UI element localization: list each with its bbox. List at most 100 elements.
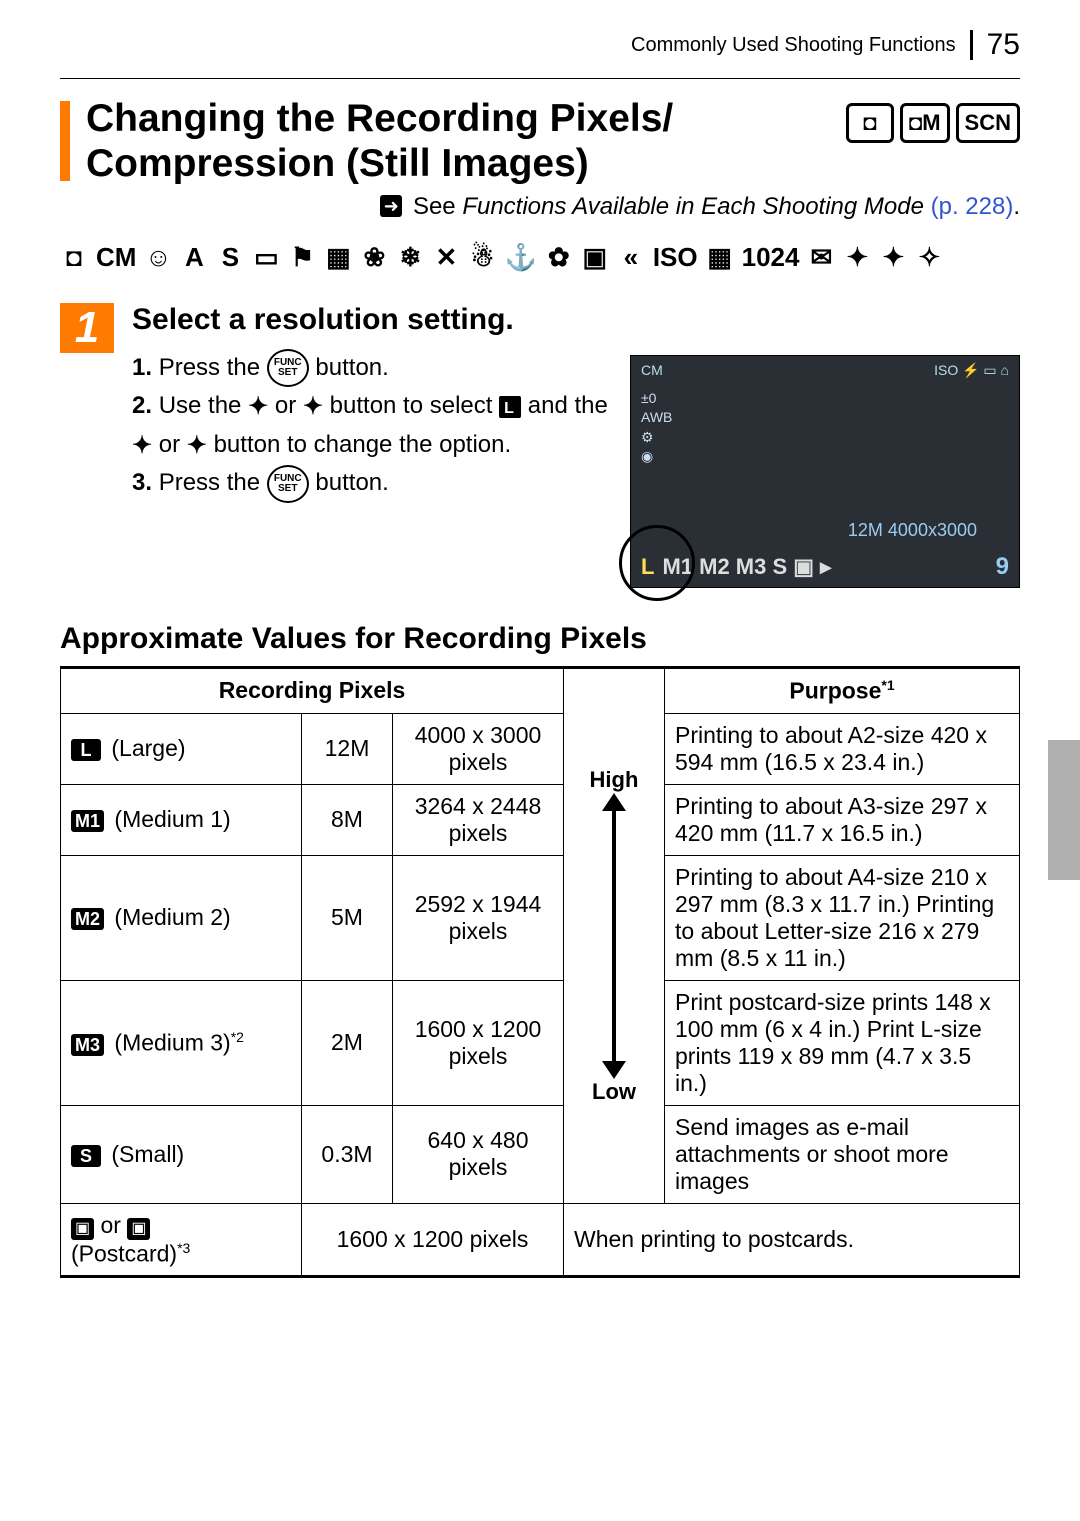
mode-icon: A bbox=[180, 243, 208, 273]
lcd-resolution-info: 12M 4000x3000 bbox=[848, 520, 977, 541]
section-thumb-tab bbox=[1048, 740, 1080, 880]
table-row: M2 (Medium 2) 5M 2592 x 1944 pixels Prin… bbox=[61, 855, 1020, 980]
shooting-mode-icon-strip: ◘ CM ☺ A S ▭ ⚑ ▦ ❀ ❄ ✕ ☃ ⚓ ✿ ▣ « ISO ▦ 1… bbox=[60, 243, 1020, 273]
pixel-dimensions: 1600 x 1200 pixels bbox=[393, 980, 564, 1105]
recording-pixels-table: Recording Pixels High Low Purpose*1 L (L… bbox=[60, 666, 1020, 1278]
mode-badges: ◘ ◘M SCN bbox=[846, 103, 1020, 143]
lcd-size-options: M1 M2 M3 S ▣ ▸ bbox=[662, 554, 831, 580]
purpose-text: Print postcard-size prints 148 x 100 mm … bbox=[665, 980, 1020, 1105]
purpose-text: When printing to postcards. bbox=[564, 1203, 1020, 1276]
footnote-ref: *3 bbox=[177, 1240, 190, 1256]
mode-icon: S bbox=[216, 243, 244, 273]
postcard-or: or bbox=[101, 1212, 128, 1238]
quality-low-label: Low bbox=[574, 1079, 654, 1105]
table-row-postcard: ▣ or ▣ (Postcard)*3 1600 x 1200 pixels W… bbox=[61, 1203, 1020, 1276]
divider bbox=[60, 78, 1020, 79]
step-number: 1 bbox=[60, 303, 114, 353]
megapixels: 2M bbox=[302, 980, 393, 1105]
mode-icon: ✕ bbox=[432, 243, 460, 273]
postcard-icon-a: ▣ bbox=[71, 1218, 94, 1240]
step-item-number: 1. bbox=[132, 354, 152, 381]
see-prefix: See bbox=[413, 193, 462, 220]
step-instructions: 1. Press the FUNCSET button. 2. Use the … bbox=[132, 349, 612, 503]
step-text: button to change the option. bbox=[214, 431, 512, 458]
see-arrow-icon: ➜ bbox=[380, 195, 402, 217]
step-text: button to select bbox=[330, 392, 499, 419]
pixel-dimensions: 3264 x 2448 pixels bbox=[393, 784, 564, 855]
size-name: (Medium 3) bbox=[114, 1030, 230, 1056]
step-text: Use the bbox=[159, 392, 248, 419]
mode-icon: ▦ bbox=[324, 243, 352, 273]
func-set-button-icon: FUNCSET bbox=[267, 465, 309, 503]
table-row: S (Small) 0.3M 640 x 480 pixels Send ima… bbox=[61, 1105, 1020, 1203]
postcard-icon-b: ▣ bbox=[127, 1218, 150, 1240]
mode-icon: 1024 bbox=[742, 243, 800, 273]
title-accent-bar bbox=[60, 101, 70, 181]
quality-arrow-line bbox=[612, 811, 616, 1061]
mode-icon: ◘ bbox=[60, 243, 88, 273]
running-head: Commonly Used Shooting Functions 75 bbox=[60, 30, 1020, 60]
col-header-recording-pixels: Recording Pixels bbox=[61, 669, 564, 714]
size-S-icon: S bbox=[71, 1145, 101, 1167]
mode-icon: ▣ bbox=[581, 243, 609, 273]
down-arrow-icon: ✦ bbox=[303, 388, 323, 425]
lcd-size-selector: L M1 M2 M3 S ▣ ▸ 9 bbox=[631, 547, 1019, 587]
pixel-dimensions: 1600 x 1200 pixels bbox=[302, 1203, 564, 1276]
megapixels: 12M bbox=[302, 713, 393, 784]
section-title-row: Changing the Recording Pixels/ Compressi… bbox=[60, 97, 1020, 187]
section-title: Changing the Recording Pixels/ Compressi… bbox=[86, 97, 830, 187]
step-text: button. bbox=[315, 469, 388, 496]
lcd-side-icons: ±0 AWB ⚙︎ ◉ bbox=[631, 385, 1019, 467]
step-text: or bbox=[159, 431, 187, 458]
step-1-block: 1 Select a resolution setting. 1. Press … bbox=[60, 303, 1020, 588]
step-text: or bbox=[275, 392, 303, 419]
megapixels: 8M bbox=[302, 784, 393, 855]
size-name: (Small) bbox=[111, 1141, 184, 1167]
postcard-label: (Postcard) bbox=[71, 1240, 177, 1266]
mode-badge-scn-icon: SCN bbox=[956, 103, 1020, 143]
lcd-size-selected: L bbox=[641, 554, 654, 580]
purpose-text: Printing to about A4-size 210 x 297 mm (… bbox=[665, 855, 1020, 980]
mode-icon: ▭ bbox=[252, 243, 280, 273]
mode-badge-camera-m-icon: ◘M bbox=[900, 103, 950, 143]
mode-icon: ✦ bbox=[843, 243, 871, 273]
mode-icon: ⚑ bbox=[288, 243, 316, 273]
mode-icon: ⚓ bbox=[504, 243, 536, 273]
megapixels: 5M bbox=[302, 855, 393, 980]
mode-icon: ✦ bbox=[879, 243, 907, 273]
mode-icon: ❄ bbox=[396, 243, 424, 273]
up-arrow-icon: ✦ bbox=[248, 388, 268, 425]
see-text: Functions Available in Each Shooting Mod… bbox=[462, 193, 924, 220]
size-name: (Medium 2) bbox=[114, 904, 230, 930]
pixel-dimensions: 4000 x 3000 pixels bbox=[393, 713, 564, 784]
running-head-text: Commonly Used Shooting Functions bbox=[631, 34, 956, 57]
purpose-text: Printing to about A3-size 297 x 420 mm (… bbox=[665, 784, 1020, 855]
func-set-button-icon: FUNCSET bbox=[267, 349, 309, 387]
step-text: Press the bbox=[159, 354, 267, 381]
see-page-link[interactable]: (p. 228) bbox=[931, 193, 1014, 220]
size-L-icon: L bbox=[71, 739, 101, 761]
mode-icon: ✧ bbox=[915, 243, 943, 273]
step-text: Press the bbox=[159, 469, 267, 496]
size-M1-icon: M1 bbox=[71, 810, 104, 832]
megapixels: 0.3M bbox=[302, 1105, 393, 1203]
mode-icon: ☃ bbox=[468, 243, 496, 273]
step-text: and the bbox=[528, 392, 608, 419]
size-name: (Large) bbox=[111, 735, 185, 761]
table-header-row: Recording Pixels High Low Purpose*1 bbox=[61, 669, 1020, 714]
mode-icon: ISO bbox=[653, 243, 698, 273]
mode-icon: ☺ bbox=[144, 243, 172, 273]
purpose-text: Send images as e-mail attachments or sho… bbox=[665, 1105, 1020, 1203]
mode-icon: ▦ bbox=[706, 243, 734, 273]
mode-icon: ✉ bbox=[807, 243, 835, 273]
size-M2-icon: M2 bbox=[71, 908, 104, 930]
lcd-shots-remaining: 9 bbox=[996, 553, 1009, 581]
pixel-dimensions: 640 x 480 pixels bbox=[393, 1105, 564, 1203]
camera-lcd-preview: CM ISO ⚡ ▭ ⌂ ±0 AWB ⚙︎ ◉ 12M 4000x3000 L… bbox=[630, 355, 1020, 588]
table-row: L (Large) 12M 4000 x 3000 pixels Printin… bbox=[61, 713, 1020, 784]
size-L-icon bbox=[499, 396, 521, 418]
mode-icon: ✿ bbox=[545, 243, 573, 273]
arrow-down-icon bbox=[602, 1061, 626, 1079]
left-arrow-icon: ✦ bbox=[132, 427, 152, 464]
arrow-up-icon bbox=[602, 793, 626, 811]
